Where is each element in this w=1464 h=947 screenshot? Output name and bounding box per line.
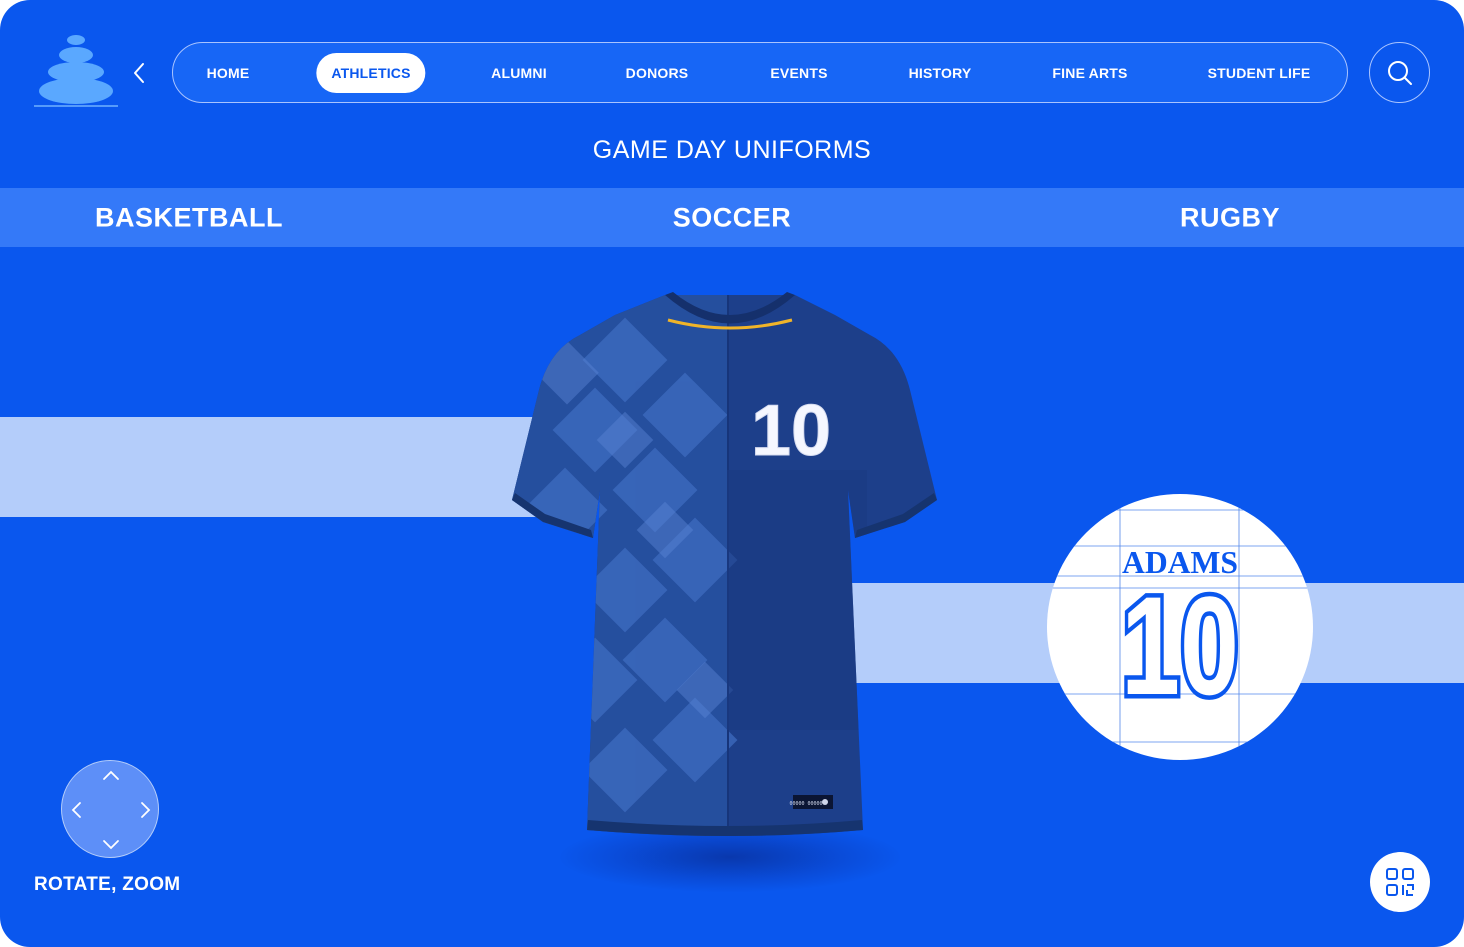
chevron-down-icon[interactable] xyxy=(100,833,122,855)
detail-player-number: 10 xyxy=(1121,567,1239,724)
back-button[interactable] xyxy=(124,56,154,90)
nav-item-events[interactable]: EVENTS xyxy=(770,65,827,81)
tab-rugby[interactable]: RUGBY xyxy=(1180,202,1280,233)
nav-item-fine-arts[interactable]: FINE ARTS xyxy=(1052,65,1127,81)
nav-item-alumni[interactable]: ALUMNI xyxy=(491,65,547,81)
page-title: GAME DAY UNIFORMS xyxy=(592,136,872,164)
soccer-jersey-3d-view[interactable]: 10 00000 00000 xyxy=(505,290,945,845)
chevron-right-icon[interactable] xyxy=(134,799,156,821)
logo-stones-icon xyxy=(30,30,125,110)
nav-item-donors[interactable]: DONORS xyxy=(626,65,689,81)
rotate-zoom-label: ROTATE, ZOOM xyxy=(34,874,181,895)
qr-code-button[interactable] xyxy=(1370,852,1430,912)
chevron-left-icon xyxy=(134,63,144,83)
nav-item-history[interactable]: HISTORY xyxy=(909,65,972,81)
sport-tab-bar: BASKETBALL SOCCER RUGBY xyxy=(0,188,1464,247)
chevron-left-icon[interactable] xyxy=(66,799,88,821)
app-screen: HOME ATHLETICS ALUMNI DONORS EVENTS HIST… xyxy=(0,0,1464,947)
rotate-zoom-control[interactable] xyxy=(61,760,159,858)
tab-basketball[interactable]: BASKETBALL xyxy=(95,202,283,233)
main-nav: HOME ATHLETICS ALUMNI DONORS EVENTS HIST… xyxy=(172,42,1348,103)
jersey-number: 10 xyxy=(751,391,831,471)
search-icon xyxy=(1387,60,1412,85)
nav-item-athletics[interactable]: ATHLETICS xyxy=(316,52,426,93)
nav-item-student-life[interactable]: STUDENT LIFE xyxy=(1208,65,1311,81)
jersey-tag: 00000 00000 xyxy=(789,801,822,807)
tab-soccer[interactable]: SOCCER xyxy=(673,202,792,233)
qr-code-icon xyxy=(1386,868,1414,896)
search-button[interactable] xyxy=(1369,42,1430,103)
decorative-band-left xyxy=(0,417,560,517)
chevron-up-icon[interactable] xyxy=(100,765,122,787)
nav-item-home[interactable]: HOME xyxy=(207,65,250,81)
name-number-detail[interactable]: ADAMS 10 xyxy=(1047,494,1313,760)
